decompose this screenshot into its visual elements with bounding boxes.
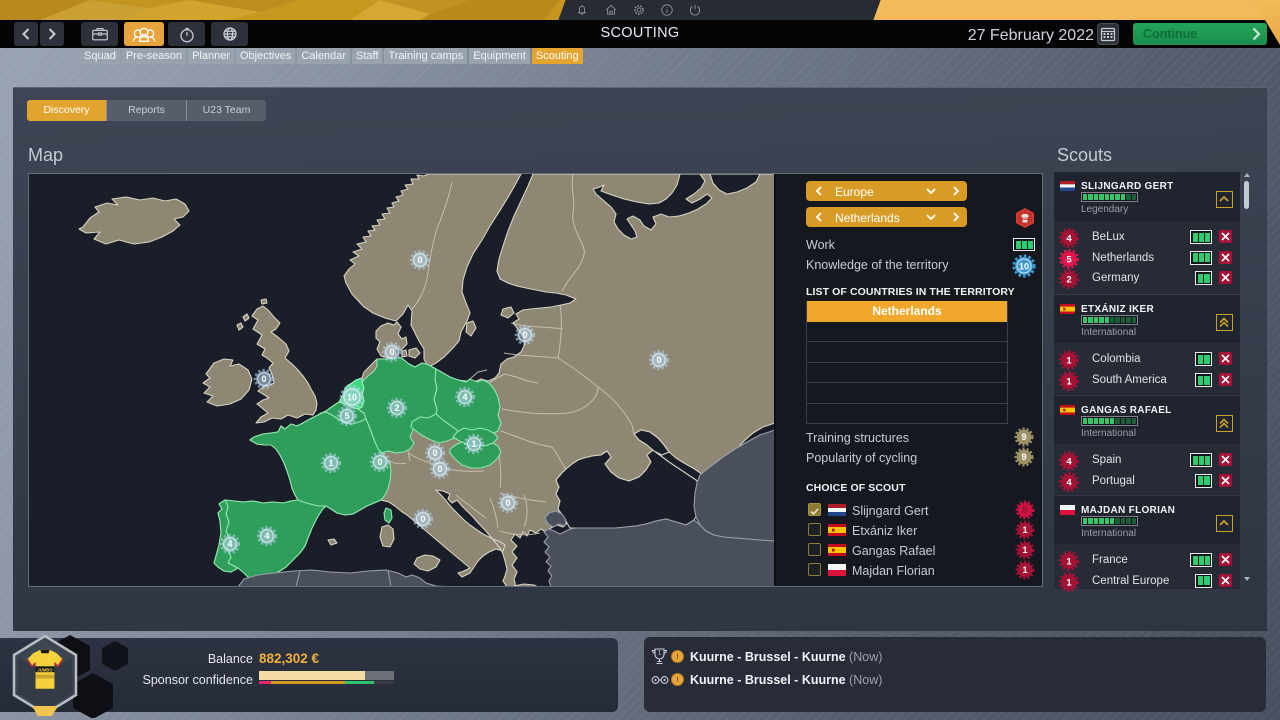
svg-text:0: 0 bbox=[417, 255, 422, 265]
svg-text:4: 4 bbox=[1066, 233, 1072, 244]
svg-text:!: ! bbox=[676, 675, 679, 684]
svg-text:0: 0 bbox=[261, 374, 266, 384]
svg-text:10: 10 bbox=[347, 392, 357, 402]
svg-text:0: 0 bbox=[389, 347, 394, 357]
svg-text:2: 2 bbox=[1066, 274, 1071, 285]
svg-text:1: 1 bbox=[471, 439, 476, 449]
svg-text:0: 0 bbox=[420, 514, 425, 524]
svg-text:1: 1 bbox=[1022, 545, 1027, 555]
svg-text:1: 1 bbox=[658, 650, 662, 656]
svg-text:!: ! bbox=[676, 652, 679, 661]
svg-text:1: 1 bbox=[1066, 556, 1072, 567]
svg-text:9: 9 bbox=[1021, 452, 1026, 462]
svg-text:1: 1 bbox=[328, 458, 333, 468]
svg-text:0: 0 bbox=[505, 498, 510, 508]
svg-text:5: 5 bbox=[344, 411, 349, 421]
svg-text:5: 5 bbox=[1066, 254, 1072, 265]
svg-text:0: 0 bbox=[656, 355, 661, 365]
svg-text:4: 4 bbox=[462, 392, 467, 402]
svg-text:1: 1 bbox=[1066, 355, 1072, 366]
svg-text:4: 4 bbox=[1066, 477, 1072, 488]
svg-text:1: 1 bbox=[1022, 565, 1027, 575]
svg-text:1: 1 bbox=[1066, 376, 1072, 387]
svg-text:5: 5 bbox=[1022, 505, 1027, 515]
svg-text:1: 1 bbox=[1066, 577, 1072, 588]
svg-text:1: 1 bbox=[1022, 525, 1027, 535]
svg-text:JUMBO: JUMBO bbox=[37, 667, 53, 672]
svg-text:2: 2 bbox=[394, 403, 399, 413]
svg-text:9: 9 bbox=[1021, 432, 1026, 442]
svg-text:0: 0 bbox=[432, 448, 437, 458]
svg-text:0: 0 bbox=[522, 330, 527, 340]
svg-text:4: 4 bbox=[227, 539, 232, 549]
svg-text:0: 0 bbox=[377, 457, 382, 467]
svg-text:10: 10 bbox=[1019, 261, 1029, 271]
svg-text:4: 4 bbox=[1066, 456, 1072, 467]
svg-text:4: 4 bbox=[264, 531, 269, 541]
svg-text:0: 0 bbox=[437, 464, 442, 474]
